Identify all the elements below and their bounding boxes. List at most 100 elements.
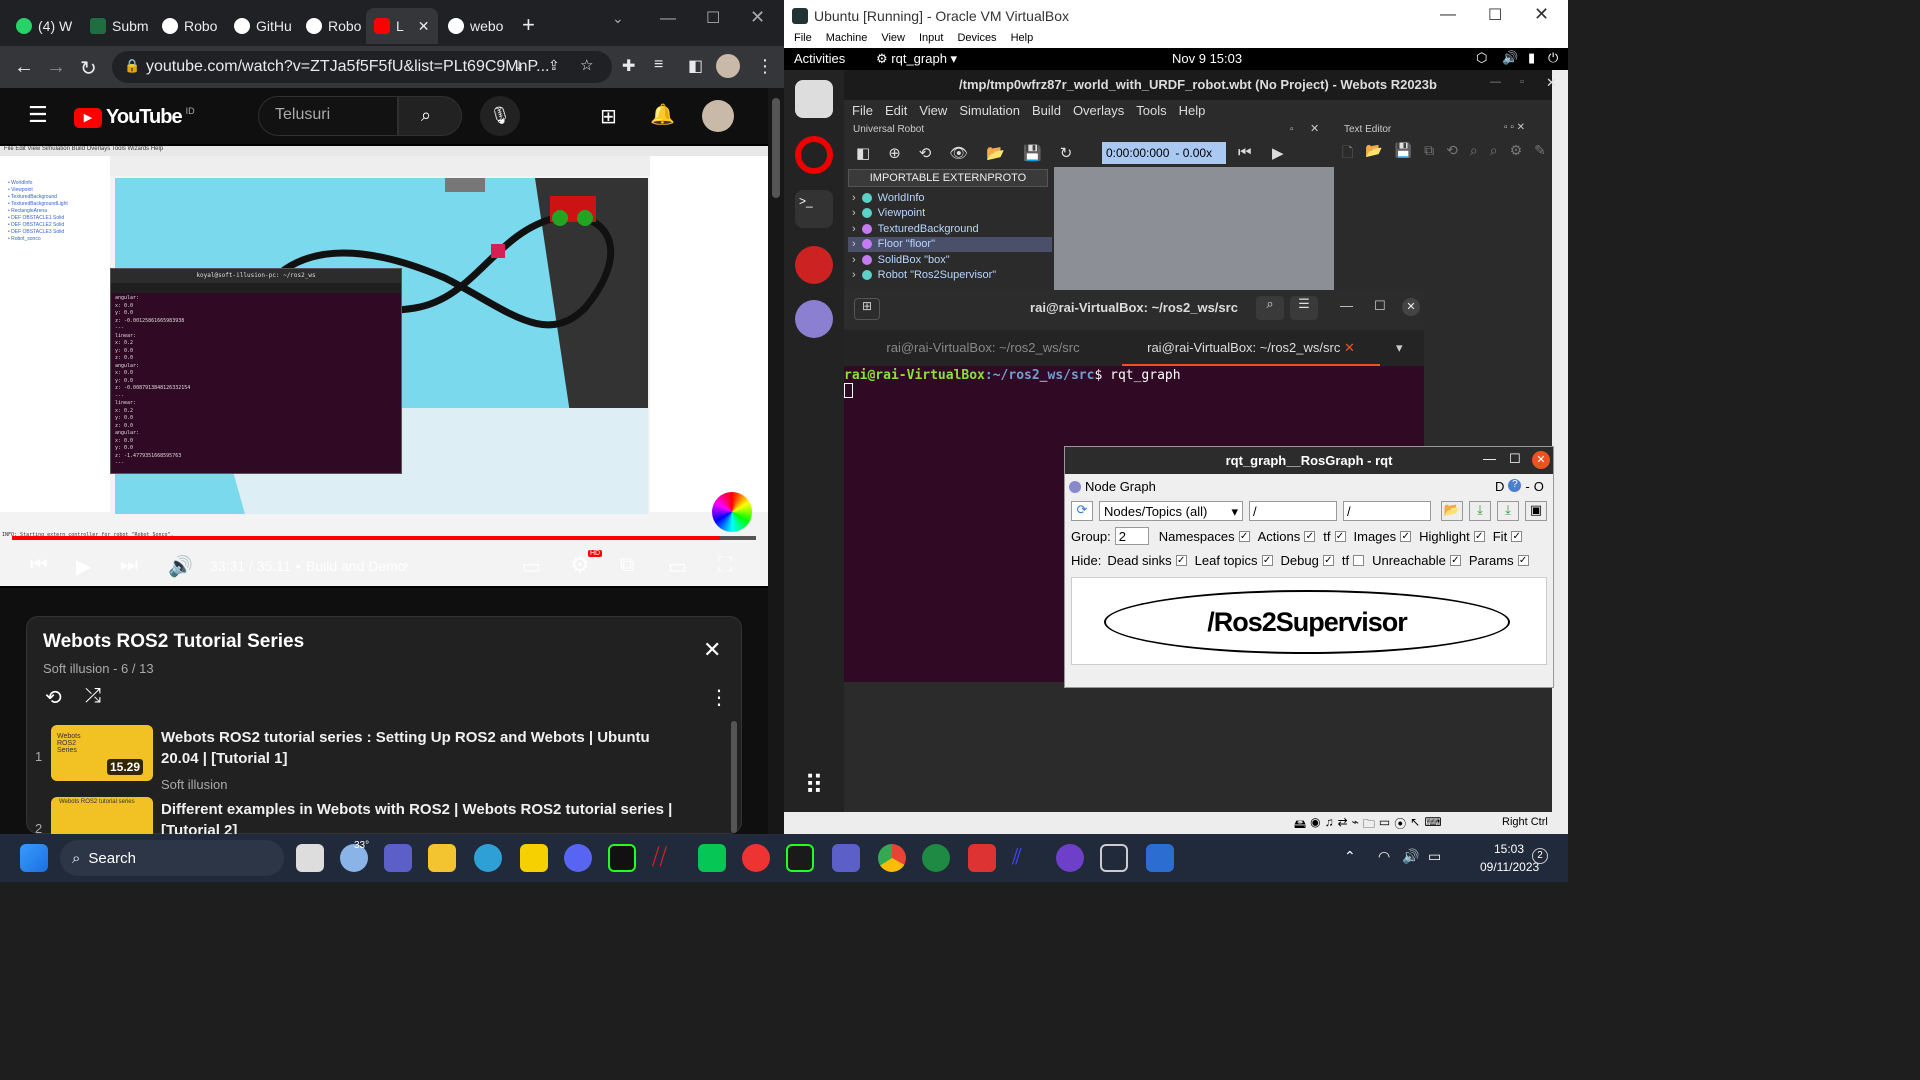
chapter-title[interactable]: Build and Demo (306, 558, 406, 574)
settings-gear-icon[interactable]: ⚙ (570, 552, 590, 578)
notification-count-badge[interactable]: 2 (1532, 848, 1548, 864)
fit-checkbox[interactable]: Fit ✓ (1493, 529, 1523, 544)
chevron-right-icon[interactable]: › (852, 223, 856, 235)
sticky-notes-icon[interactable] (520, 844, 548, 872)
build-icon[interactable]: ⚙ (1510, 142, 1523, 164)
page-scrollbar[interactable] (768, 88, 784, 834)
line-icon[interactable] (698, 844, 726, 872)
hide-tf-checkbox[interactable]: tf (1342, 553, 1365, 568)
menu-simulation[interactable]: Simulation (959, 100, 1020, 122)
shuffle-icon[interactable]: ⤮ (85, 685, 101, 708)
leaf-topics-checkbox[interactable]: Leaf topics ✓ (1195, 553, 1273, 568)
reset-icon[interactable]: ↻ (1060, 144, 1073, 162)
app-icon[interactable] (968, 844, 996, 872)
menu-tools[interactable]: Tools (1136, 100, 1166, 122)
bookmark-star-icon[interactable]: ☆ (580, 56, 593, 74)
minimize-button[interactable]: — (1340, 298, 1353, 313)
github-desktop-icon[interactable] (1056, 844, 1084, 872)
images-checkbox[interactable]: Images ✓ (1354, 529, 1412, 544)
opera-icon[interactable] (795, 136, 833, 174)
scrollbar-thumb[interactable] (772, 98, 780, 198)
account-avatar[interactable] (702, 100, 734, 132)
taskbar-date[interactable]: 09/11/2023 (1480, 860, 1539, 874)
menu-view[interactable]: View (919, 100, 947, 122)
unreachable-checkbox[interactable]: Unreachable ✓ (1372, 553, 1461, 568)
discord-icon[interactable] (564, 844, 592, 872)
search-icon[interactable]: ⌕ (1256, 296, 1284, 320)
youtube-search-input[interactable]: Telusuri (258, 96, 398, 136)
hamburger-menu-icon[interactable]: ☰ (28, 102, 48, 128)
menu-overlays[interactable]: Overlays (1073, 100, 1124, 122)
video-progress-bar[interactable] (12, 536, 756, 540)
chevron-right-icon[interactable]: › (852, 192, 856, 204)
virtualbox-icon[interactable] (1146, 844, 1174, 872)
volume-icon[interactable]: 🔊 (168, 554, 193, 579)
group-spinbox[interactable]: 2 (1114, 527, 1149, 545)
menu-input[interactable]: Input (919, 32, 943, 48)
scene-tree-node[interactable]: › Viewpoint (848, 206, 1052, 222)
replace-icon[interactable]: ⌕ (1490, 142, 1498, 164)
step-back-icon[interactable]: ⏮ (1238, 144, 1252, 161)
media-controls-icon[interactable]: ≡ (654, 56, 663, 74)
tab-github-3[interactable]: Robo (298, 8, 368, 44)
playlist-scrollbar[interactable] (731, 721, 737, 833)
ubuntu-clock[interactable]: Nov 9 15:03 (1172, 51, 1242, 66)
notifications-bell-icon[interactable]: 🔔 (650, 102, 675, 127)
tab-excel[interactable]: Subm (82, 8, 152, 44)
close-window-button[interactable]: ✕ (1534, 4, 1549, 25)
hdd-icon[interactable]: 🖴 (1294, 815, 1306, 836)
close-playlist-icon[interactable]: ✕ (703, 637, 721, 663)
taskbar-search-box[interactable]: ⌕ Search (60, 840, 284, 876)
play-icon[interactable]: ▶ (76, 554, 91, 579)
menu-file[interactable]: File (794, 32, 812, 48)
qgis-icon[interactable] (922, 844, 950, 872)
network-icon[interactable]: ⇄ (1338, 815, 1348, 836)
hamburger-menu-icon[interactable]: ☰ (1290, 296, 1318, 320)
app-icon[interactable] (742, 844, 770, 872)
virtualbox-cube-icon[interactable] (1100, 844, 1128, 872)
maximize-button[interactable]: ☐ (1509, 451, 1521, 467)
menu-help[interactable]: Help (1011, 32, 1034, 48)
save-file-icon[interactable]: 💾 (1395, 142, 1412, 164)
theater-mode-icon[interactable]: ▭ (668, 554, 687, 579)
pycharm-icon[interactable] (608, 844, 636, 872)
extensions-icon[interactable]: ✚ (622, 56, 635, 76)
close-tab-icon[interactable]: ✕ (418, 18, 430, 35)
app-icon[interactable]: ⫽ (1012, 844, 1040, 872)
tab-search-icon[interactable]: ⌄ (612, 10, 624, 27)
reload-icon[interactable]: ⟲ (919, 144, 932, 162)
battery-icon[interactable]: ▮ (1528, 50, 1535, 66)
youtube-search-button[interactable]: ⌕ (398, 96, 462, 136)
params-checkbox[interactable]: Params ✓ (1469, 553, 1529, 568)
youtube-logo[interactable]: ▶ YouTube ID (74, 106, 195, 129)
tab-github-1[interactable]: Robo (154, 8, 224, 44)
save-dot-icon[interactable]: ⤓ (1469, 501, 1491, 521)
3d-viewport[interactable] (1054, 167, 1334, 291)
menu-devices[interactable]: Devices (957, 32, 996, 48)
task-view-icon[interactable] (296, 844, 324, 872)
bug-report-icon[interactable] (795, 246, 833, 284)
create-video-icon[interactable]: ⊞ (600, 104, 617, 129)
windows-start-icon[interactable] (20, 844, 48, 872)
revert-icon[interactable]: ⟲ (1446, 142, 1458, 164)
graph-node-ros2supervisor[interactable]: /Ros2Supervisor (1104, 590, 1510, 654)
importable-externproto-item[interactable]: IMPORTABLE EXTERNPROTO (848, 169, 1048, 187)
menu-view[interactable]: View (881, 32, 905, 48)
audio-icon[interactable]: ♫ (1325, 815, 1334, 836)
view-icon[interactable]: 👁 (949, 144, 968, 162)
maximize-button[interactable]: ☐ (706, 8, 720, 28)
tf-checkbox[interactable]: tf ✓ (1323, 529, 1346, 544)
miniplayer-icon[interactable]: ⧉ (620, 554, 634, 577)
battery-icon[interactable]: ▭ (1428, 848, 1441, 865)
activities-button[interactable]: Activities (794, 51, 845, 66)
close-window-button[interactable]: ✕ (1402, 298, 1420, 316)
back-arrow-icon[interactable]: ← (14, 56, 34, 79)
terminal-icon[interactable]: >_ (795, 190, 833, 228)
install-icon[interactable]: ⤓ (516, 57, 522, 74)
node-filter-input[interactable]: / (1249, 501, 1337, 521)
scene-tree-node[interactable]: › WorldInfo (848, 190, 1052, 206)
plugin-minimize-icon[interactable]: - (1525, 479, 1529, 494)
voice-search-mic-icon[interactable]: 🎙 (480, 96, 520, 136)
scene-tree-node[interactable]: › SolidBox "box" (848, 252, 1052, 268)
playlist-item[interactable]: 1 Webots ROS2 Series 15.29 Webots ROS2 t… (27, 725, 727, 795)
